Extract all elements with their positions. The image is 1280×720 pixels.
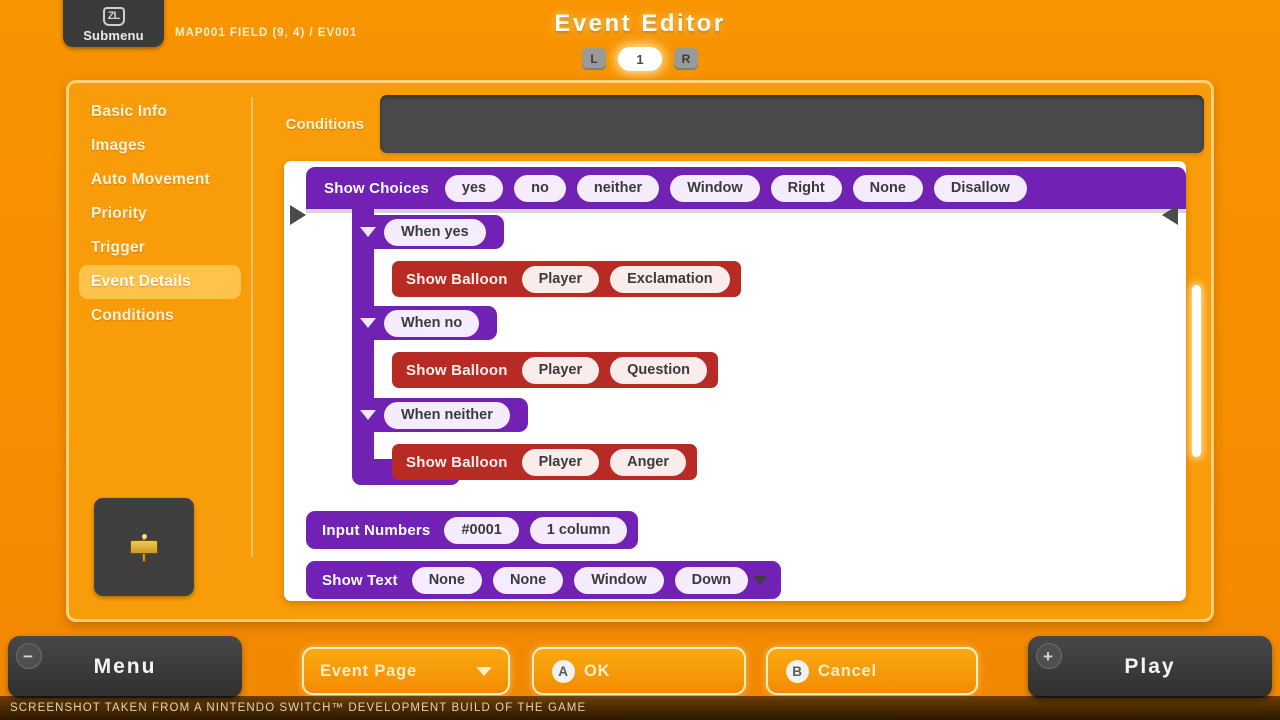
sidebar-item-images[interactable]: Images <box>79 129 241 163</box>
command-label: Show Balloon <box>406 453 508 471</box>
cancel-button[interactable]: B Cancel <box>766 647 978 695</box>
event-sprite-preview[interactable] <box>94 498 194 596</box>
param-target[interactable]: Player <box>521 448 600 476</box>
event-page-label: Event Page <box>320 661 417 680</box>
param-name[interactable]: None <box>492 566 564 594</box>
branch-label: When yes <box>384 218 486 246</box>
command-label: Show Balloon <box>406 270 508 288</box>
play-button[interactable]: + Play <box>1028 636 1272 698</box>
next-page-button[interactable]: R <box>674 48 698 70</box>
play-label: Play <box>1124 655 1176 678</box>
branch-label: When no <box>384 309 480 337</box>
minus-button-icon: − <box>16 643 42 669</box>
sidebar-item-label: Images <box>91 137 146 154</box>
sidebar-item-event-details[interactable]: Event Details <box>79 265 241 299</box>
b-button-icon: B <box>786 659 809 683</box>
main-panel: Basic Info Images Auto Movement Priority… <box>66 80 1214 622</box>
command-input-numbers[interactable]: Input Numbers #0001 1 column <box>306 511 639 549</box>
param-background[interactable]: Window <box>574 566 664 594</box>
event-command-list[interactable]: Show Choices yes no neither Window Right… <box>284 161 1186 601</box>
sidebar-item-label: Basic Info <box>91 103 168 120</box>
command-label: Show Text <box>322 571 398 589</box>
param-position[interactable]: Right <box>770 174 842 202</box>
disclaimer-text: SCREENSHOT TAKEN FROM A NINTENDO SWITCH™… <box>0 696 1280 720</box>
branch-head-when-neither[interactable]: When neither <box>352 398 528 432</box>
collapse-right-arrow-icon[interactable] <box>1162 205 1178 225</box>
conditions-label: Conditions <box>285 115 364 133</box>
menu-button[interactable]: − Menu <box>8 636 242 698</box>
menu-label: Menu <box>93 655 157 678</box>
branch-head-when-yes[interactable]: When yes <box>352 215 504 249</box>
command-underline <box>306 209 1186 213</box>
param-cancel[interactable]: Disallow <box>933 174 1027 202</box>
sidebar-item-basic-info[interactable]: Basic Info <box>79 95 241 129</box>
param-variable[interactable]: #0001 <box>444 516 519 544</box>
chevron-down-icon[interactable] <box>360 318 376 328</box>
param-balloon[interactable]: Question <box>610 356 707 384</box>
branch-head-when-no[interactable]: When no <box>352 306 498 340</box>
current-page-indicator[interactable]: 1 <box>618 47 662 71</box>
param-position[interactable]: Down <box>674 566 749 594</box>
sidebar-item-label: Auto Movement <box>91 171 210 188</box>
param-balloon[interactable]: Anger <box>610 448 687 476</box>
param-choice-3[interactable]: neither <box>576 174 660 202</box>
vertical-scrollbar[interactable] <box>1192 285 1201 457</box>
event-page-dropdown[interactable]: Event Page <box>302 647 510 695</box>
top-bar: ZL Submenu MAP001 FIELD (9, 4) / EV001 E… <box>0 0 1280 78</box>
param-choice-1[interactable]: yes <box>444 174 504 202</box>
collapse-left-arrow-icon[interactable] <box>290 205 306 225</box>
ok-label: OK <box>584 661 611 680</box>
chevron-down-icon[interactable] <box>753 576 768 585</box>
command-show-text[interactable]: Show Text None None Window Down <box>306 561 782 599</box>
cancel-label: Cancel <box>818 661 877 680</box>
prev-page-button[interactable]: L <box>582 48 606 70</box>
chevron-down-icon <box>476 666 492 676</box>
event-editor-screen: ZL Submenu MAP001 FIELD (9, 4) / EV001 E… <box>0 0 1280 720</box>
branch-when-yes: When yes <box>352 215 504 249</box>
sidebar-item-priority[interactable]: Priority <box>79 197 241 231</box>
sidebar-item-label: Event Details <box>91 273 191 290</box>
sidebar-divider <box>251 97 253 557</box>
conditions-field[interactable] <box>380 95 1204 153</box>
chevron-down-icon[interactable] <box>360 410 376 420</box>
command-label: Show Balloon <box>406 361 508 379</box>
branch-label: When neither <box>384 401 510 429</box>
sidebar-item-trigger[interactable]: Trigger <box>79 231 241 265</box>
sidebar-item-label: Priority <box>91 205 147 222</box>
param-target[interactable]: Player <box>521 265 600 293</box>
param-balloon[interactable]: Exclamation <box>610 265 730 293</box>
ok-button[interactable]: A OK <box>532 647 746 695</box>
sidebar: Basic Info Images Auto Movement Priority… <box>69 95 251 333</box>
command-show-balloon-yes[interactable]: Show Balloon Player Exclamation <box>392 261 741 297</box>
param-background[interactable]: Window <box>670 174 760 202</box>
command-show-choices[interactable]: Show Choices yes no neither Window Right… <box>306 167 1186 209</box>
page-navigator: L 1 R <box>0 47 1280 71</box>
conditions-row: Conditions <box>264 93 1204 155</box>
command-label: Input Numbers <box>322 521 431 539</box>
plus-button-icon: + <box>1036 643 1062 669</box>
sidebar-item-label: Trigger <box>91 239 145 256</box>
sidebar-item-auto-movement[interactable]: Auto Movement <box>79 163 241 197</box>
branch-when-neither: When neither <box>352 398 528 432</box>
sidebar-item-conditions[interactable]: Conditions <box>79 299 241 333</box>
param-default[interactable]: None <box>852 174 923 202</box>
signpost-icon <box>127 530 161 564</box>
param-face[interactable]: None <box>411 566 482 594</box>
page-title: Event Editor <box>554 10 726 37</box>
command-show-balloon-neither[interactable]: Show Balloon Player Anger <box>392 444 698 480</box>
param-target[interactable]: Player <box>521 356 600 384</box>
command-label: Show Choices <box>324 179 429 197</box>
sidebar-item-label: Conditions <box>91 307 174 324</box>
param-choice-2[interactable]: no <box>514 174 566 202</box>
branch-when-no: When no <box>352 306 498 340</box>
param-digits[interactable]: 1 column <box>529 516 628 544</box>
chevron-down-icon[interactable] <box>360 227 376 237</box>
a-button-icon: A <box>552 659 575 683</box>
command-show-balloon-no[interactable]: Show Balloon Player Question <box>392 352 718 388</box>
